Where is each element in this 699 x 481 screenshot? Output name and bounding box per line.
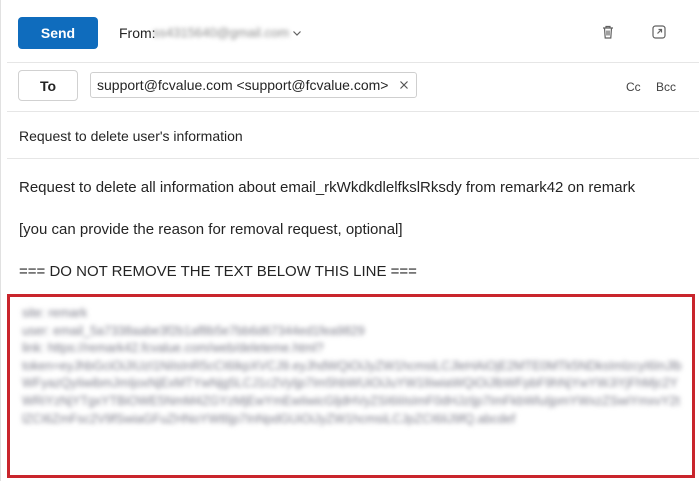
body-paragraph[interactable]: === DO NOT REMOVE THE TEXT BELOW THIS LI… — [19, 263, 417, 280]
recipient-chip-label: support@fcvalue.com <support@fcvalue.com… — [97, 77, 389, 93]
to-button[interactable]: To — [18, 70, 78, 101]
popout-icon[interactable] — [650, 23, 668, 41]
body-paragraph[interactable]: Request to delete all information about … — [19, 179, 635, 196]
divider — [7, 158, 699, 159]
chevron-down-icon[interactable] — [291, 27, 303, 39]
from-address[interactable]: ss4315640@gmail.com — [153, 25, 289, 40]
divider — [7, 62, 699, 63]
redacted-line: link: https://remark42.fcvalue.com/web/d… — [22, 341, 324, 356]
redacted-line: user: email_5a7338aabe3f2b1af8b5e7bb6d67… — [22, 323, 365, 338]
redaction-highlight: site: remark user: email_5a7338aabe3f2b1… — [7, 294, 695, 478]
compose-window: Send From: ss4315640@gmail.com To suppor… — [0, 0, 699, 481]
subject-field[interactable]: Request to delete user's information — [19, 128, 243, 144]
bcc-button[interactable]: Bcc — [656, 80, 676, 94]
delete-icon[interactable] — [599, 23, 617, 41]
redacted-line: site: remark — [22, 306, 88, 320]
divider — [7, 111, 699, 112]
redacted-text: site: remark user: email_5a7338aabe3f2b1… — [22, 305, 682, 428]
body-paragraph[interactable]: [you can provide the reason for removal … — [19, 221, 403, 238]
cc-button[interactable]: Cc — [626, 80, 641, 94]
close-icon[interactable] — [398, 79, 410, 91]
recipient-chip[interactable]: support@fcvalue.com <support@fcvalue.com… — [90, 72, 418, 98]
redacted-line: token=eyJhbGciOiJIUzI1NiIsInR5cCI6IkpXVC… — [22, 358, 682, 426]
from-label: From: — [119, 25, 156, 41]
send-button[interactable]: Send — [18, 17, 98, 49]
